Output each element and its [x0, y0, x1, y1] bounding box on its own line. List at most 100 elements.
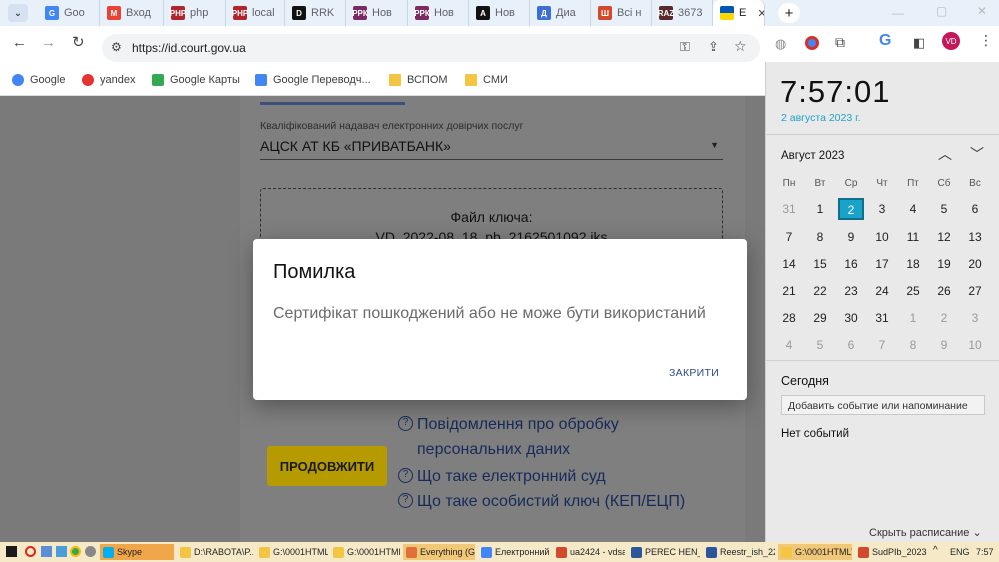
- menu-dots-icon[interactable]: ⋮: [979, 32, 993, 49]
- bookmark-item[interactable]: ВСПОМ: [389, 74, 448, 86]
- tab-search-button[interactable]: ⌄: [8, 4, 28, 22]
- puzzle-icon[interactable]: ⧉: [835, 34, 845, 51]
- calendar-day[interactable]: 14: [775, 257, 803, 271]
- calendar-day[interactable]: 3: [961, 311, 989, 325]
- url-text[interactable]: https://id.court.gov.ua: [132, 41, 246, 55]
- tab-1[interactable]: G Goo: [38, 0, 100, 26]
- tab-9[interactable]: Д Диа: [530, 0, 591, 26]
- tab-8[interactable]: A Нов: [469, 0, 530, 26]
- reload-icon[interactable]: ↻: [72, 33, 85, 51]
- calendar-day[interactable]: 10: [961, 338, 989, 352]
- calendar-day[interactable]: 7: [775, 230, 803, 244]
- bookmark-item[interactable]: Google Переводч...: [255, 74, 371, 86]
- bookmark-item[interactable]: yandex: [82, 74, 135, 86]
- calendar-day[interactable]: 8: [899, 338, 927, 352]
- opera-icon[interactable]: [25, 546, 36, 557]
- calendar-day[interactable]: 4: [775, 338, 803, 352]
- calendar-day[interactable]: 29: [806, 311, 834, 325]
- calendar-day[interactable]: 31: [868, 311, 896, 325]
- calendar-day[interactable]: 31: [775, 202, 803, 216]
- calendar-day[interactable]: 15: [806, 257, 834, 271]
- private-key-link[interactable]: ? Що таке особистий ключ (КЕП/ЕЦП): [398, 493, 728, 513]
- key-icon[interactable]: ⚿: [680, 39, 690, 55]
- calendar-day[interactable]: 9: [930, 338, 958, 352]
- continue-button[interactable]: ПРОДОВЖИТИ: [267, 446, 387, 486]
- globe-icon[interactable]: ◍: [775, 36, 786, 52]
- language-indicator[interactable]: ENG: [950, 547, 970, 557]
- close-window-icon[interactable]: ✕: [977, 4, 987, 18]
- forward-arrow-icon[interactable]: →: [41, 34, 56, 51]
- calendar-day[interactable]: 30: [837, 311, 865, 325]
- add-event-input[interactable]: Добавить событие или напоминание: [781, 395, 985, 415]
- calendar-day[interactable]: 4: [899, 202, 927, 216]
- calendar-day[interactable]: 20: [961, 257, 989, 271]
- calendar-day[interactable]: 26: [930, 284, 958, 298]
- key-file-dropzone[interactable]: Файл ключа: VD_2022-08_18_pb_2162501092.…: [260, 188, 723, 240]
- calendar-day[interactable]: 3: [868, 202, 896, 216]
- taskbar-item[interactable]: Everything (G-...: [403, 544, 475, 560]
- taskbar-item[interactable]: Skype: [100, 544, 174, 560]
- share-icon[interactable]: ⇪: [708, 39, 719, 55]
- calendar-day[interactable]: 19: [930, 257, 958, 271]
- tab-10[interactable]: Ш Всі н: [591, 0, 652, 26]
- calendar-day[interactable]: 5: [930, 202, 958, 216]
- calendar-day-today[interactable]: 2: [838, 198, 864, 220]
- tab-4[interactable]: PHP local: [226, 0, 285, 26]
- calendar-day[interactable]: 28: [775, 311, 803, 325]
- site-settings-icon[interactable]: ⚙: [111, 40, 122, 54]
- taskbar-item[interactable]: ua2424 - vdsa...: [553, 544, 625, 560]
- g-app-icon[interactable]: [85, 546, 96, 557]
- calendar-day[interactable]: 1: [806, 202, 834, 216]
- calendar-month[interactable]: Август 2023: [781, 150, 844, 162]
- bookmark-item[interactable]: Google Карты: [152, 74, 240, 86]
- maximize-icon[interactable]: ▢: [936, 4, 947, 18]
- bookmark-item[interactable]: Google: [12, 74, 65, 86]
- taskbar-item[interactable]: D:\RABOTA\P...: [177, 544, 253, 560]
- explorer-icon[interactable]: [41, 546, 52, 557]
- tab-3[interactable]: PHP php: [164, 0, 226, 26]
- calendar-day[interactable]: 24: [868, 284, 896, 298]
- back-arrow-icon[interactable]: ←: [12, 34, 27, 51]
- taskbar-item[interactable]: SudPIb_2023-...: [855, 544, 927, 560]
- bookmark-item[interactable]: СМИ: [465, 74, 508, 86]
- calendar-day[interactable]: 11: [899, 230, 927, 244]
- calendar-day[interactable]: 5: [806, 338, 834, 352]
- tab-6[interactable]: РРК Нов: [346, 0, 408, 26]
- calendar-day[interactable]: 10: [868, 230, 896, 244]
- calendar-day[interactable]: 2: [930, 311, 958, 325]
- calendar-day[interactable]: 22: [806, 284, 834, 298]
- tab-5[interactable]: D RRK: [285, 0, 346, 26]
- chevron-down-icon[interactable]: ﹀: [970, 144, 984, 164]
- screen-icon[interactable]: [56, 546, 67, 557]
- tab-12[interactable]: E✕: [713, 0, 765, 26]
- hide-schedule-link[interactable]: Скрыть расписание ⌄: [869, 526, 982, 539]
- calendar-day[interactable]: 7: [868, 338, 896, 352]
- calendar-day[interactable]: 6: [961, 202, 989, 216]
- tab-2[interactable]: M Вход: [100, 0, 164, 26]
- taskbar-item[interactable]: Електронний ...: [478, 544, 550, 560]
- calendar-day[interactable]: 8: [806, 230, 834, 244]
- windows-start-icon[interactable]: [6, 546, 17, 557]
- tray-chevron-icon[interactable]: ^: [933, 545, 938, 556]
- provider-select[interactable]: АЦСК АТ КБ «ПРИВАТБАНК» ▼: [260, 136, 723, 160]
- taskbar-clock[interactable]: 7:57: [976, 547, 994, 557]
- tab-11[interactable]: RAZ 3673: [652, 0, 713, 26]
- new-tab-button-2[interactable]: +: [778, 3, 800, 23]
- clock-date[interactable]: 2 августа 2023 г.: [781, 112, 861, 124]
- taskbar-item[interactable]: G:\0001HTML\...: [778, 544, 852, 560]
- chrome-extension-icon[interactable]: [805, 36, 819, 50]
- tab-7[interactable]: РРК Нов: [408, 0, 469, 26]
- taskbar-item[interactable]: PEREC HEN_D...: [628, 544, 700, 560]
- calendar-day[interactable]: 27: [961, 284, 989, 298]
- address-bar[interactable]: ⚙ https://id.court.gov.ua ⚿ ⇪ ☆: [102, 34, 760, 62]
- dialog-close-button[interactable]: ЗАКРИТИ: [669, 367, 719, 379]
- taskbar-item[interactable]: G:\0001HTML\...: [330, 544, 400, 560]
- minimize-icon[interactable]: —: [892, 6, 904, 20]
- taskbar-item[interactable]: G:\0001HTML\...: [256, 544, 328, 560]
- close-tab-icon[interactable]: ✕: [757, 7, 764, 20]
- calendar-day[interactable]: 25: [899, 284, 927, 298]
- calendar-day[interactable]: 12: [930, 230, 958, 244]
- calendar-day[interactable]: 21: [775, 284, 803, 298]
- calendar-day[interactable]: 13: [961, 230, 989, 244]
- calendar-day[interactable]: 1: [899, 311, 927, 325]
